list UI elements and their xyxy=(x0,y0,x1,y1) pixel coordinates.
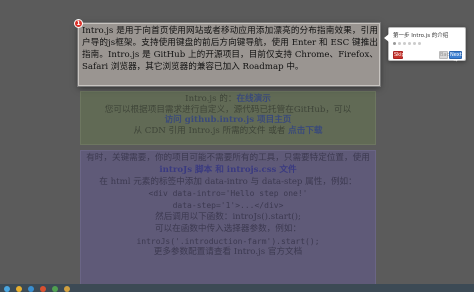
usage-intro-text: 有时，关键需要，你的项目可能不需要所有的工具，只需要特定位置，使用 xyxy=(86,153,370,163)
tooltip-arrow-icon xyxy=(384,34,389,42)
back-button[interactable]: Back xyxy=(439,51,452,59)
code-example-3: introJs('.introduction-farm').start(); xyxy=(136,236,320,246)
step-bullet[interactable] xyxy=(408,42,411,45)
usage-selector-text: 可以在函数中传入选择器参数，例如： xyxy=(154,223,302,234)
step-bullet[interactable] xyxy=(413,42,416,45)
folder-icon[interactable] xyxy=(16,286,22,292)
demo-title-text: Intro.js 的 xyxy=(185,94,228,104)
taskbar xyxy=(0,284,474,292)
github-project-link[interactable]: 访问 github.intro.js 项目主页 xyxy=(81,115,375,126)
app-icon[interactable] xyxy=(52,286,58,292)
tooltip-bullets xyxy=(393,41,423,47)
cdn-text: 从 CDN 引用 Intro.js 所需的文件 或者 xyxy=(133,125,286,136)
step-bullet[interactable] xyxy=(418,42,421,45)
code-example-2: data-step='1'>...</div> xyxy=(172,201,284,211)
demo-section: Intro.js 的：在线演示 您可以根据项目需求进行自定义，源代码已托管在Gi… xyxy=(80,91,376,145)
usage-docs-text: 更多参数配置请查看 Intro.js 官方文档 xyxy=(153,247,303,258)
step-bullet[interactable] xyxy=(393,42,396,45)
start-icon[interactable] xyxy=(4,286,10,292)
app-icon[interactable] xyxy=(64,286,70,292)
intro-tooltip: 第一步 Intro.js 的介绍 Skip Back Next → xyxy=(384,27,466,64)
usage-section: 有时，关键需要，你的项目可能不需要所有的工具，只需要特定位置，使用 introJ… xyxy=(80,150,376,292)
script-files-link[interactable]: introJs 脚本 和 introjs.css 文件 xyxy=(81,165,375,177)
next-button[interactable]: Next → xyxy=(449,51,462,64)
download-link[interactable]: 点击下载 xyxy=(288,126,322,136)
skip-button[interactable]: Skip xyxy=(393,51,405,59)
online-demo-link[interactable]: 在线演示 xyxy=(236,94,270,104)
demo-description: 您可以根据项目需求进行自定义，源代码已托管在GitHub，可以 xyxy=(104,104,352,115)
usage-start-text: 然后调用以下函数：introJs().start(); xyxy=(155,211,301,222)
code-example-1: <div data-intro='Hello step one!' xyxy=(148,189,308,199)
step-number-badge: 1 xyxy=(74,19,83,28)
intro-paragraph: Intro.js 是用于向首页使用网站或者移动应用添加漂亮的分布指南效果，引用户… xyxy=(82,26,378,72)
app-icon[interactable] xyxy=(40,286,46,292)
tooltip-text: 第一步 Intro.js 的介绍 xyxy=(393,33,449,39)
step-bullet[interactable] xyxy=(403,42,406,45)
browser-icon[interactable] xyxy=(28,286,34,292)
usage-attribute-text: 在 html 元素的标签中添加 data-intro 与 data-step 属… xyxy=(99,176,357,187)
step-bullet[interactable] xyxy=(398,42,401,45)
